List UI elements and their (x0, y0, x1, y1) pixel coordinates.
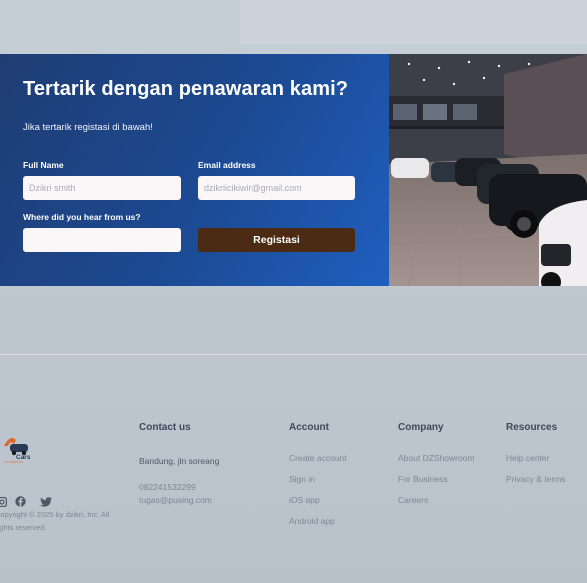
email-label: Email address (198, 160, 256, 170)
email-input[interactable] (198, 176, 355, 200)
banner-subtitle: Jika tertarik registasi di bawah! (23, 122, 153, 133)
top-section-edge (240, 0, 587, 44)
banner-title: Tertarik dengan penawaran kami? (23, 78, 349, 100)
contact-address: Bandung, jln soreang (139, 456, 220, 466)
logo-subtext: AUTOMOTIVE (4, 461, 24, 464)
link-create-account[interactable]: Create account (289, 453, 347, 463)
register-button[interactable]: Registasi (198, 228, 355, 252)
showroom-illustration (389, 54, 587, 286)
full-name-input[interactable] (23, 176, 181, 200)
source-label: Where did you hear from us? (23, 212, 141, 222)
link-about[interactable]: About DZShowroom (398, 453, 475, 463)
link-ios-app[interactable]: iOS app (289, 495, 320, 505)
brand-logo[interactable]: Cars AUTOMOTIVE (0, 432, 40, 464)
showroom-photo (389, 54, 587, 286)
company-heading: Company (398, 422, 444, 433)
link-privacy-terms[interactable]: Privacy & terms (506, 474, 566, 484)
link-careers[interactable]: Careers (398, 495, 428, 505)
full-name-label: Full Name (23, 160, 64, 170)
link-for-business[interactable]: For Business (398, 474, 448, 484)
source-input[interactable] (23, 228, 181, 252)
contact-email[interactable]: tugas@pusing.com (139, 495, 212, 505)
registration-form-panel: Tertarik dengan penawaran kami? Jika ter… (0, 54, 389, 286)
link-sign-in[interactable]: Sign in (289, 474, 315, 484)
copyright-text: Copyright © 2025 by dzikri, Inc. All rig… (0, 510, 110, 532)
footer-divider (0, 354, 587, 355)
account-heading: Account (289, 422, 329, 433)
registration-banner: Tertarik dengan penawaran kami? Jika ter… (0, 54, 587, 286)
link-help-center[interactable]: Help center (506, 453, 549, 463)
resources-heading: Resources (506, 422, 558, 433)
link-android-app[interactable]: Android app (289, 516, 335, 526)
logo-text: Cars (16, 454, 31, 461)
contact-heading: Contact us (139, 422, 191, 433)
contact-phone[interactable]: 082241532299 (139, 482, 196, 492)
